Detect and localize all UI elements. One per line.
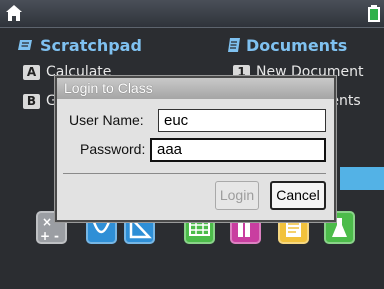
documents-heading[interactable]: Documents bbox=[228, 36, 347, 55]
password-label: Password: bbox=[80, 141, 146, 157]
documents-title: Documents bbox=[246, 36, 348, 55]
battery-icon bbox=[368, 5, 380, 22]
dialog-title: Login to Class bbox=[57, 78, 334, 99]
dialog-divider bbox=[63, 173, 326, 174]
top-bar bbox=[0, 0, 384, 28]
password-input[interactable]: aaa bbox=[150, 138, 326, 162]
login-dialog: Login to Class User Name: euc Password: … bbox=[55, 76, 336, 222]
svg-text:×: × bbox=[42, 215, 52, 229]
user-name-input[interactable]: euc bbox=[158, 109, 326, 132]
home-icon[interactable] bbox=[5, 4, 23, 22]
documents-icon bbox=[228, 38, 240, 52]
login-button[interactable]: Login bbox=[215, 181, 259, 210]
scratchpad-heading[interactable]: Scratchpad bbox=[18, 36, 142, 55]
user-name-label: User Name: bbox=[69, 112, 144, 128]
selected-item-highlight bbox=[340, 167, 384, 190]
svg-text:-: - bbox=[54, 229, 59, 243]
menu-key-a: A bbox=[23, 65, 40, 80]
scratchpad-title: Scratchpad bbox=[40, 36, 142, 55]
svg-text:+: + bbox=[40, 229, 50, 243]
menu-key-b: B bbox=[23, 94, 40, 109]
scratchpad-icon bbox=[18, 40, 32, 50]
cancel-button[interactable]: Cancel bbox=[270, 181, 326, 210]
